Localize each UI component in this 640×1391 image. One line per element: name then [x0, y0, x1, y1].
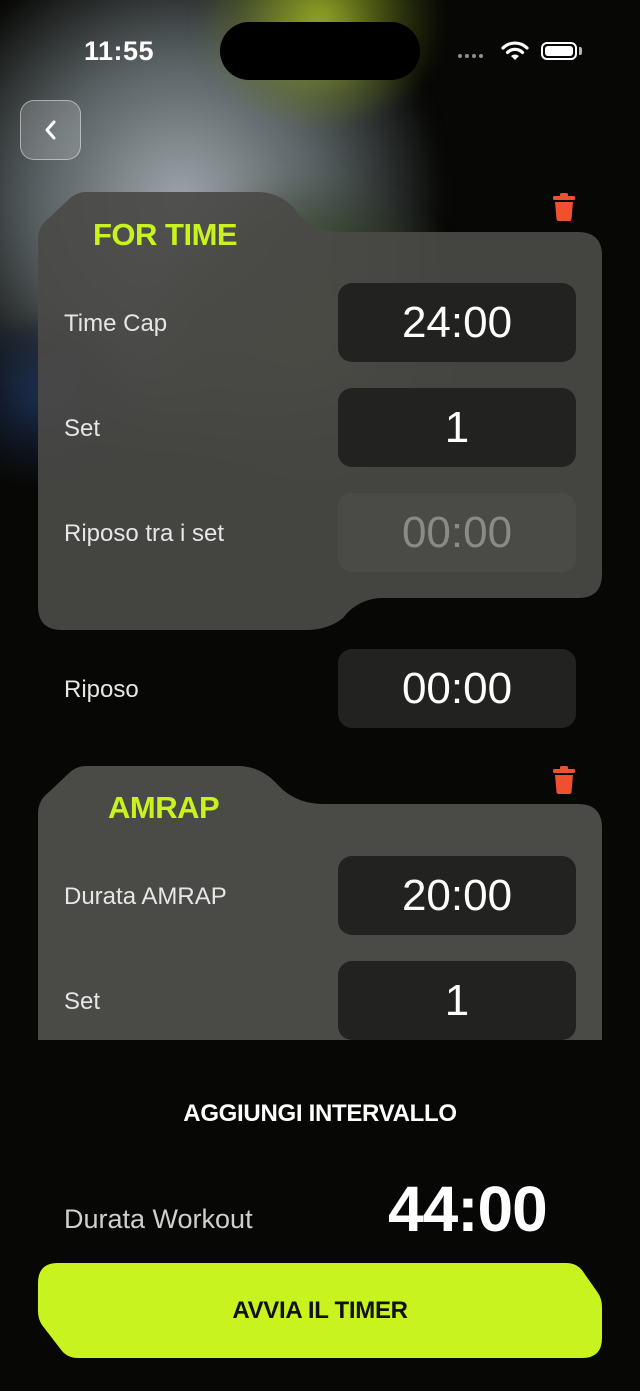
status-bar: 11:55 — [0, 0, 640, 100]
battery-icon — [541, 42, 577, 60]
wifi-icon — [501, 41, 529, 60]
start-timer-button[interactable]: AVVIA IL TIMER — [38, 1263, 602, 1358]
scroll-clip — [0, 1040, 640, 1100]
amrap-duration-field[interactable]: 20:00 — [338, 856, 576, 935]
signal-icon — [458, 54, 483, 58]
start-timer-label: AVVIA IL TIMER — [232, 1296, 408, 1324]
trash-icon[interactable] — [551, 766, 577, 794]
row-label-rest-between-sets: Riposo tra i set — [64, 520, 225, 547]
set-field[interactable]: 1 — [338, 961, 576, 1040]
back-button[interactable] — [20, 100, 81, 160]
trash-icon[interactable] — [551, 193, 577, 221]
row-label-rest: Riposo — [64, 676, 139, 703]
rest-field[interactable]: 00:00 — [338, 649, 576, 728]
time-cap-field[interactable]: 24:00 — [338, 283, 576, 362]
interval-title: AMRAP — [108, 790, 220, 825]
row-label-time-cap: Time Cap — [64, 310, 168, 337]
row-label-amrap-duration: Durata AMRAP — [64, 883, 227, 910]
rest-between-sets-field[interactable]: 00:00 — [338, 493, 576, 572]
set-field[interactable]: 1 — [338, 388, 576, 467]
chevron-left-icon — [45, 120, 55, 140]
workout-duration-label: Durata Workout — [64, 1204, 253, 1234]
row-label-set: Set — [64, 415, 101, 442]
interval-title: FOR TIME — [93, 217, 238, 252]
dynamic-island — [220, 22, 420, 80]
workout-duration-value: 44:00 — [388, 1173, 548, 1245]
status-time: 11:55 — [84, 36, 155, 66]
row-label-set: Set — [64, 988, 101, 1015]
add-interval-button[interactable]: AGGIUNGI INTERVALLO — [0, 1100, 640, 1128]
